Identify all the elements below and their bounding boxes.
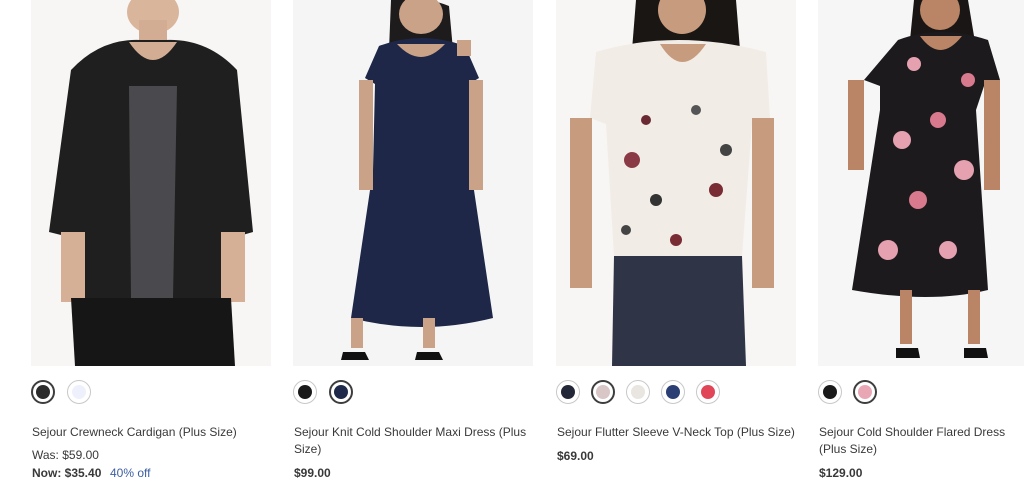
- product-card[interactable]: Sejour Flutter Sleeve V-Neck Top (Plus S…: [556, 0, 796, 485]
- product-name[interactable]: Sejour Knit Cold Shoulder Maxi Dress (Pl…: [294, 424, 534, 458]
- swatch-color: [561, 385, 575, 399]
- swatch-black[interactable]: [293, 380, 317, 404]
- swatch-floral-print[interactable]: [591, 380, 615, 404]
- swatch-color: [823, 385, 837, 399]
- product-price: $69.00: [557, 449, 594, 463]
- swatch-navy-dark[interactable]: [556, 380, 580, 404]
- swatch-black[interactable]: [31, 380, 55, 404]
- product-image-flared-dress[interactable]: [818, 0, 1024, 366]
- swatch-red[interactable]: [696, 380, 720, 404]
- now-price: Now: $35.40: [32, 466, 102, 480]
- product-image-maxi-dress[interactable]: [293, 0, 533, 366]
- product-card[interactable]: Sejour Knit Cold Shoulder Maxi Dress (Pl…: [293, 0, 533, 485]
- swatch-color: [596, 385, 610, 399]
- product-card[interactable]: Sejour Cold Shoulder Flared Dress (Plus …: [818, 0, 1024, 485]
- swatch-white[interactable]: [67, 380, 91, 404]
- swatch-color: [701, 385, 715, 399]
- swatch-navy[interactable]: [329, 380, 353, 404]
- product-price: $129.00: [819, 466, 863, 480]
- swatch-color: [631, 385, 645, 399]
- swatch-black[interactable]: [818, 380, 842, 404]
- swatch-color: [298, 385, 312, 399]
- swatch-color: [72, 385, 86, 399]
- swatch-color: [666, 385, 680, 399]
- product-price: $99.00: [294, 466, 331, 480]
- swatch-color: [334, 385, 348, 399]
- swatch-color: [858, 385, 872, 399]
- product-name[interactable]: Sejour Cold Shoulder Flared Dress (Plus …: [819, 424, 1024, 458]
- discount-badge: 40% off: [110, 466, 151, 480]
- swatch-pink-floral[interactable]: [853, 380, 877, 404]
- product-card[interactable]: Sejour Crewneck Cardigan (Plus Size) Was…: [31, 0, 271, 485]
- swatch-ivory[interactable]: [626, 380, 650, 404]
- swatch-color: [36, 385, 50, 399]
- product-name[interactable]: Sejour Crewneck Cardigan (Plus Size): [32, 424, 272, 441]
- was-price: Was: $59.00: [32, 448, 99, 462]
- product-name[interactable]: Sejour Flutter Sleeve V-Neck Top (Plus S…: [557, 424, 797, 441]
- product-image-cardigan[interactable]: [31, 0, 271, 366]
- swatch-blue[interactable]: [661, 380, 685, 404]
- product-image-flutter-top[interactable]: [556, 0, 796, 366]
